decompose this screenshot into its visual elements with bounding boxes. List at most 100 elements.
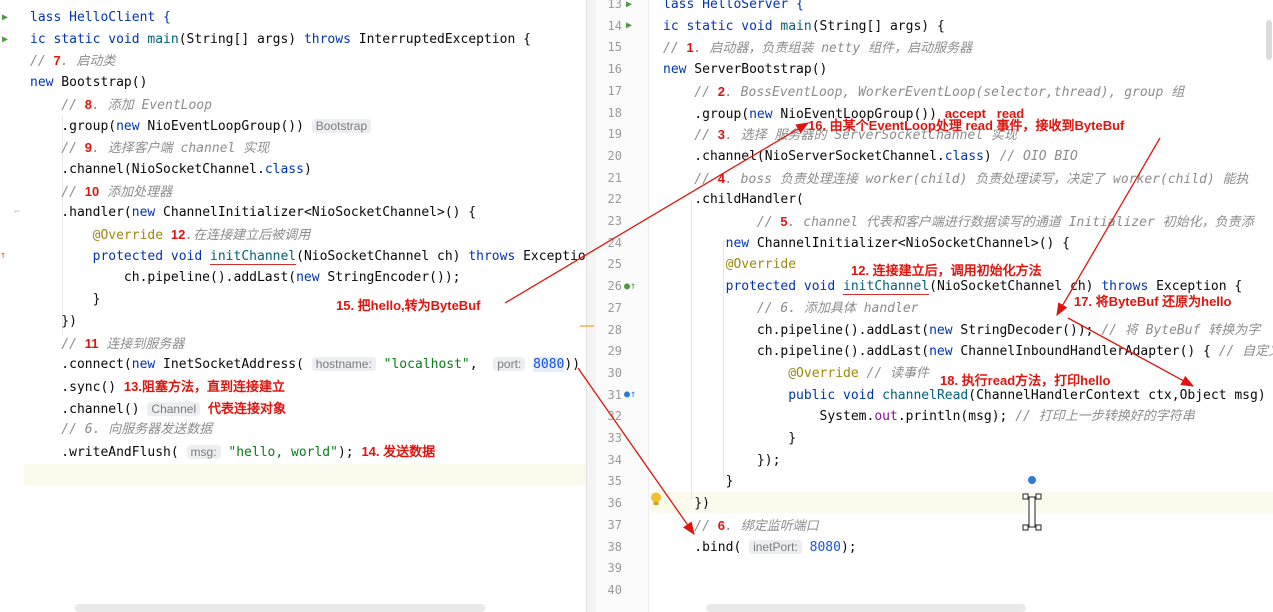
code-token: .bind( (663, 539, 750, 555)
code-line[interactable]: }) (30, 311, 77, 332)
implements-marker-icon[interactable]: ↑ (0, 245, 6, 266)
code-line[interactable]: // 2. BossEventLoop, WorkerEventLoop(sel… (663, 81, 1184, 102)
run-icon[interactable]: ▶ (626, 15, 632, 36)
code-line[interactable]: .handler(new ChannelInitializer<NioSocke… (30, 202, 476, 223)
code-line[interactable]: .bind( inetPort: 8080); (663, 537, 857, 558)
code-token: ic static void (30, 31, 148, 47)
code-line[interactable]: new ChannelInitializer<NioSocketChannel>… (663, 233, 1070, 254)
code-token: @Override (92, 228, 164, 243)
code-line[interactable]: ic static void main(String[] args) { (663, 16, 945, 37)
vertical-scrollbar[interactable] (1266, 20, 1272, 60)
code-token: // (663, 84, 718, 100)
annotation-mark: 2 (717, 83, 726, 99)
annotation-15: 15. 把hello,转为ByteBuf (336, 298, 481, 313)
code-line[interactable]: new Bootstrap() (30, 72, 147, 93)
code-line[interactable]: ch.pipeline().addLast(new ChannelInbound… (663, 341, 1273, 362)
line-number: 25 (607, 257, 622, 272)
code-line[interactable]: // 11 连接到服务器 (30, 333, 184, 354)
code-token: . 选择客户端 channel 实现 (92, 141, 270, 157)
code-line[interactable]: .channel(NioSocketChannel.class) (30, 159, 311, 180)
fold-marker-icon[interactable]: ⌐ (14, 202, 20, 223)
code-line[interactable]: ch.pipeline().addLast(new StringDecoder(… (663, 320, 1260, 341)
code-line[interactable]: System.out.println(msg); // 打印上一步转换好的字符串 (663, 406, 1195, 427)
code-line[interactable]: // 8. 添加 EventLoop (30, 94, 212, 115)
code-line[interactable]: @Override // 读事件 (663, 363, 929, 384)
code-line[interactable]: @Override (663, 254, 796, 275)
code-token: out (874, 409, 898, 425)
code-token: main (780, 18, 812, 34)
code-line[interactable]: .group(new NioEventLoopGroup()) Bootstra… (30, 116, 372, 137)
client-editor-pane[interactable]: ▶ ▶ ↑ ⌐ lass HelloClient {ic static void… (0, 0, 596, 612)
code-line[interactable]: .channel() Channel 代表连接对象 (30, 398, 286, 419)
code-line[interactable]: // 5. channel 代表和客户端进行数据读写的通道 Initialize… (663, 211, 1254, 232)
code-line[interactable]: protected void initChannel(NioSocketChan… (30, 246, 594, 267)
lightbulb-icon[interactable] (650, 492, 662, 507)
code-token: public void (788, 387, 883, 403)
code-line[interactable]: ic static void main(String[] args) throw… (30, 29, 531, 50)
code-line[interactable]: // 7. 启动类 (30, 50, 115, 71)
code-token: throws (303, 31, 351, 47)
code-line[interactable]: }); (663, 450, 781, 471)
code-token: new (131, 357, 156, 373)
line-number: 36 (607, 496, 622, 511)
run-icon[interactable]: ▶ (2, 29, 8, 50)
line-number: 14 (607, 18, 622, 33)
code-token: (String[] args) (178, 31, 304, 47)
current-line-highlight (24, 464, 586, 485)
code-line[interactable]: } (30, 289, 101, 310)
code-token: InetSocketAddress( (155, 357, 312, 373)
code-line[interactable]: // 10 添加处理器 (30, 181, 172, 202)
line-number: 15 (607, 40, 622, 55)
code-line[interactable]: .childHandler( (663, 189, 804, 210)
annotation-17: 17. 将ByteBuf 还原为hello (1074, 294, 1232, 309)
code-token: // (663, 171, 718, 187)
horizontal-scrollbar[interactable] (75, 604, 485, 612)
code-token: InterruptedException { (350, 31, 531, 47)
code-token: ChannelInitializer<NioSocketChannel>() { (749, 235, 1071, 251)
code-line[interactable]: // 4. boss 负责处理连接 worker(child) 负责处理读写，决… (663, 168, 1249, 189)
code-line[interactable]: @Override 12.在连接建立后被调用 (30, 224, 311, 245)
code-line[interactable]: .channel(NioServerSocketChannel.class) /… (663, 146, 1078, 167)
code-token: (ChannelHandlerContext ctx,Object msg) (968, 387, 1266, 403)
annotation-18: 18. 执行read方法，打印hello (940, 373, 1111, 388)
line-number: 39 (607, 561, 622, 576)
code-line[interactable]: }) (663, 493, 710, 514)
horizontal-scrollbar[interactable] (706, 604, 1026, 612)
code-token: .channel(NioSocketChannel. (30, 161, 265, 177)
code-line[interactable]: lass HelloClient { (30, 7, 171, 28)
code-line[interactable]: .connect(new InetSocketAddress( hostname… (30, 354, 596, 375)
run-icon[interactable]: ▶ (2, 7, 8, 28)
code-token: .group( (663, 106, 750, 122)
code-line[interactable]: lass HelloServer { (663, 0, 804, 15)
code-line[interactable]: // 6. 绑定监听端口 (663, 515, 818, 536)
code-token: } (663, 431, 797, 446)
line-number: 32 (607, 409, 622, 424)
code-token: (String[] args) { (811, 18, 945, 34)
annotation-mark: 代表连接对象 (207, 400, 286, 416)
code-line[interactable]: ch.pipeline().addLast(new StringEncoder(… (30, 267, 461, 288)
code-line[interactable]: // 6. 向服务器发送数据 (30, 419, 212, 440)
code-line[interactable]: .writeAndFlush( msg: "hello, world"); 14… (30, 441, 435, 462)
run-icon[interactable]: ▶ (626, 0, 632, 15)
code-line[interactable]: } (663, 428, 796, 449)
code-token: // 6. 向服务器发送数据 (30, 422, 213, 438)
code-line[interactable]: // 9. 选择客户端 channel 实现 (30, 137, 269, 158)
code-line[interactable]: .sync() 13.阻塞方法，直到连接建立 (30, 376, 285, 397)
inlay-hint: hostname: (311, 357, 376, 372)
line-number: 23 (607, 214, 622, 228)
code-token: // (663, 128, 718, 144)
line-number: 35 (607, 474, 622, 489)
annotation-mark: 10 (84, 183, 100, 199)
code-token: (NioSocketChannel ch) (929, 279, 1102, 295)
code-token: System. (663, 409, 875, 425)
code-token: ch.pipeline().addLast( (663, 322, 930, 338)
code-line[interactable]: // 1. 启动器，负责组装 netty 组件，启动服务器 (663, 37, 972, 58)
code-line[interactable]: new ServerBootstrap() (663, 59, 827, 80)
code-line[interactable]: } (663, 471, 734, 492)
code-token: . boss 负责处理连接 worker(child) 负责处理读写，决定了 w… (725, 171, 1249, 187)
override-marker-icon[interactable]: ●↑ (624, 276, 636, 297)
code-line[interactable]: // 6. 添加具体 handler (663, 298, 919, 319)
override-marker-icon[interactable]: ●↑ (624, 384, 636, 405)
